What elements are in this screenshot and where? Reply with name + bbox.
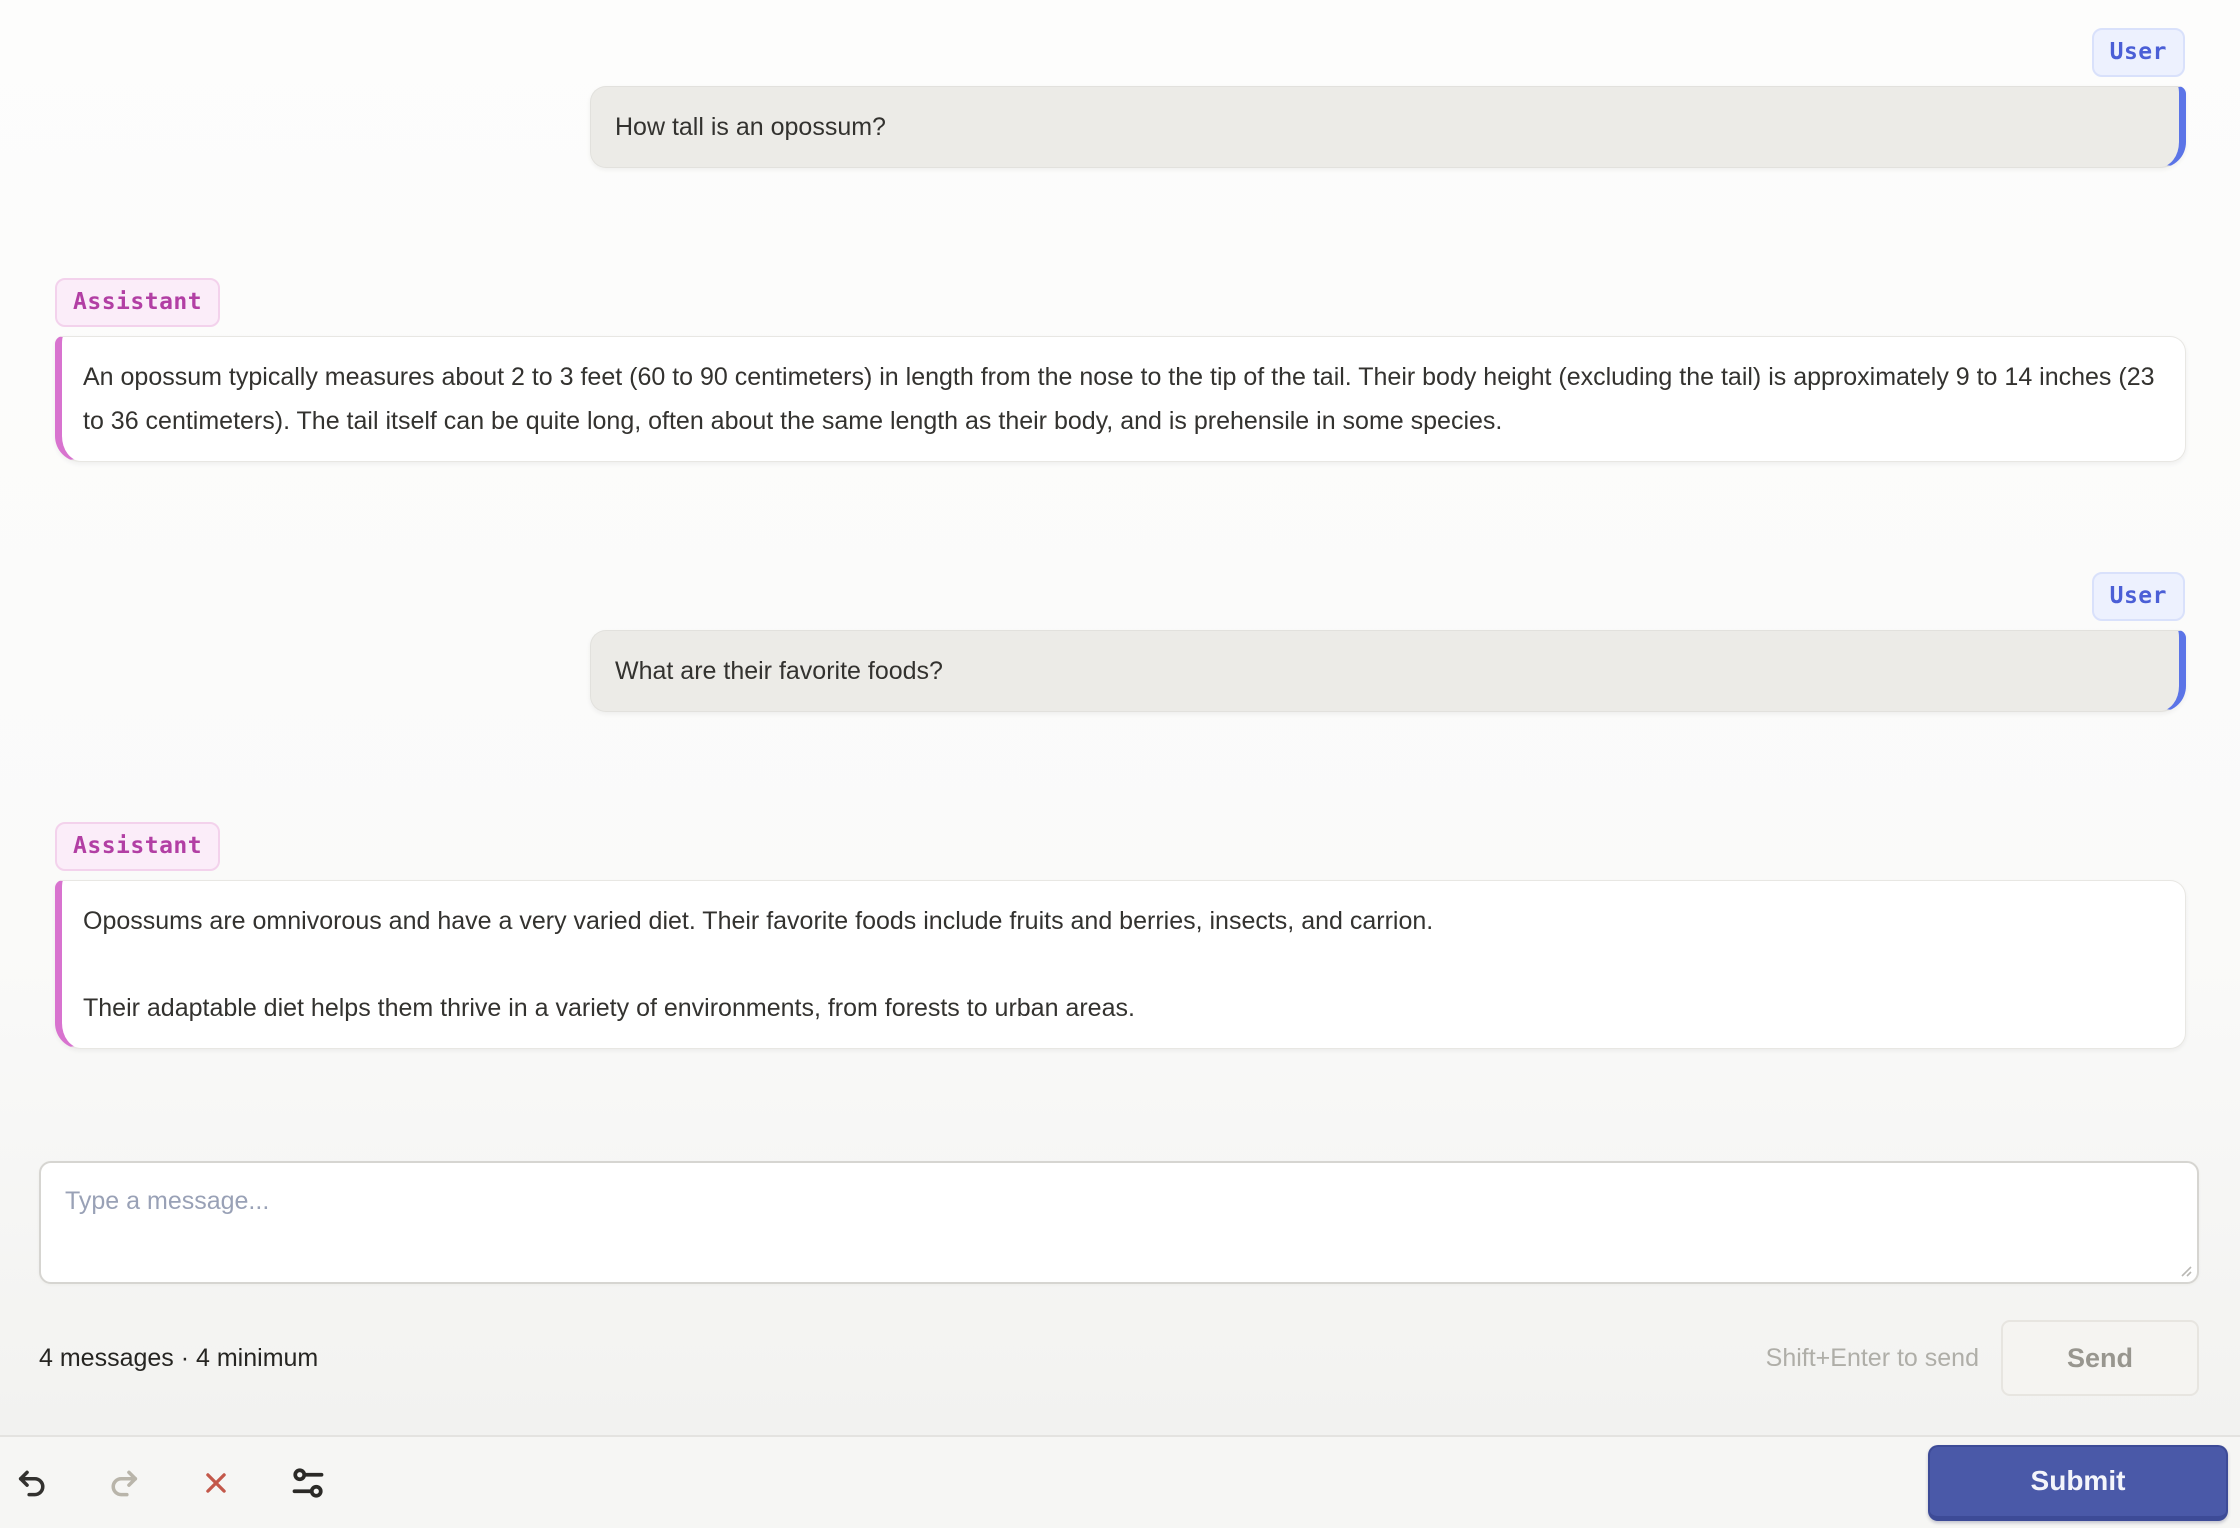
user-message-bubble: What are their favorite foods? [590,630,2186,712]
resize-grip-icon[interactable] [2176,1261,2192,1277]
message-text: An opossum typically measures about 2 to… [83,363,2155,435]
send-shortcut-hint: Shift+Enter to send [1765,1343,1979,1372]
message-text: What are their favorite foods? [615,657,943,685]
message-group-user: User What are their favorite foods? [0,572,2240,712]
undo-icon [15,1466,49,1500]
undo-button[interactable] [12,1461,52,1505]
sliders-icon [290,1465,326,1501]
send-button[interactable]: Send [2001,1320,2199,1396]
message-count-status: 4 messages · 4 minimum [39,1343,319,1372]
message-text: Opossums are omnivorous and have a very … [83,907,1434,935]
message-group-assistant: Assistant An opossum typically measures … [0,278,2240,462]
role-badge-user: User [2091,572,2185,621]
assistant-message-bubble: Opossums are omnivorous and have a very … [55,880,2186,1049]
role-badge-assistant: Assistant [55,278,221,327]
redo-icon [107,1466,141,1500]
bottom-toolbar: Submit [0,1435,2240,1528]
user-message-bubble: How tall is an opossum? [590,86,2186,168]
message-group-user: User How tall is an opossum? [0,28,2240,168]
redo-button[interactable] [104,1461,144,1505]
message-group-assistant: Assistant Opossums are omnivorous and ha… [0,822,2240,1049]
role-badge-assistant: Assistant [55,822,221,871]
close-icon [201,1468,231,1498]
settings-button[interactable] [288,1461,328,1505]
chat-transcript: User How tall is an opossum? Assistant A… [0,0,2240,1049]
submit-button[interactable]: Submit [1928,1444,2228,1521]
message-input[interactable] [39,1161,2199,1284]
composer: 4 messages · 4 minimum Shift+Enter to se… [0,1161,2240,1396]
message-text: Their adaptable diet helps them thrive i… [83,994,1135,1022]
role-badge-user: User [2091,28,2185,77]
composer-status-row: 4 messages · 4 minimum Shift+Enter to se… [39,1320,2199,1396]
assistant-message-bubble: An opossum typically measures about 2 to… [55,336,2186,462]
delete-button[interactable] [196,1461,236,1505]
message-text: How tall is an opossum? [615,113,886,141]
